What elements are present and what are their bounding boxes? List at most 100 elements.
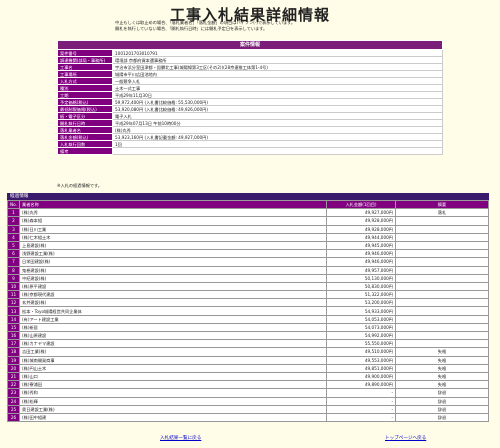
bid-remark bbox=[395, 322, 489, 333]
bid-row: 9 中紀建設(株) 50,130,000円 bbox=[7, 273, 489, 283]
info-label: 備考 bbox=[57, 147, 113, 155]
bid-company: 浅野建設工業(株) bbox=[19, 249, 327, 259]
bid-remark bbox=[395, 298, 489, 308]
info-value: 平成29年11月30日 bbox=[112, 91, 443, 99]
bid-amount: 49,946,000円 bbox=[326, 257, 396, 267]
bid-row: 6 浅野建設工業(株) 49,946,000円 bbox=[7, 249, 489, 259]
bid-row: 7 日栄田建設(株) 49,946,000円 bbox=[7, 257, 489, 267]
info-label: 工期 bbox=[57, 91, 113, 99]
bid-row: 16 (株)山原建設 54,992,000円 bbox=[7, 330, 489, 341]
info-value: 一般競争入札 bbox=[112, 77, 443, 85]
bid-row: 24 (株)松輝 - 辞退 bbox=[7, 396, 489, 406]
info-label: 開札執行日時 bbox=[57, 119, 113, 127]
bid-company: (株)秀和 bbox=[19, 388, 327, 398]
bid-row: 23 (株)秀和 - 辞退 bbox=[7, 388, 489, 398]
bid-row: 15 (株)新居 54,073,000円 bbox=[7, 322, 489, 333]
info-value bbox=[112, 147, 443, 155]
bid-no: 21 bbox=[7, 371, 20, 382]
info-value: 土木一式工事 bbox=[112, 84, 443, 92]
info-row: 開札執行日時 平成29年07月13日 午前10時00分 bbox=[57, 119, 443, 127]
bid-no: 6 bbox=[7, 249, 20, 259]
bid-amount: 49,944,000円 bbox=[326, 232, 396, 242]
info-row: 入札執行回数 1回 bbox=[57, 140, 443, 148]
info-value: 1001201703010791 bbox=[112, 49, 443, 57]
bid-remark bbox=[395, 290, 489, 300]
bid-remark: 失格 bbox=[395, 371, 489, 382]
bid-row: 22 (株)寮浦田 49,890,000円 失格 bbox=[7, 380, 489, 390]
bid-header-row: No. 業者名称 入札金額(1回目) 摘要 bbox=[7, 199, 489, 210]
bid-company: 中紀建設(株) bbox=[19, 273, 327, 283]
bid-remark bbox=[395, 273, 489, 283]
case-info-table: 案件情報 案件番号 1001201703010791 調達機関(部局・事務所) 環境部… bbox=[57, 40, 443, 155]
bid-remark: 辞退 bbox=[395, 412, 489, 423]
bid-row: 8 鬼巻建設(株) 49,957,000円 bbox=[7, 265, 489, 275]
bid-remark: 辞退 bbox=[395, 396, 489, 406]
bid-row: 26 (株)田中組建 - 辞退 bbox=[7, 412, 489, 423]
info-label: 入札執行回数 bbox=[57, 140, 113, 148]
bid-row: 19 (株)城南開発商事 49,553,000円 失格 bbox=[7, 355, 489, 365]
info-row: 予定価格(税込) 59,972,400円 (入札書比較価格: 55,530,000… bbox=[57, 98, 443, 106]
back-to-list-link[interactable]: 入札結果一覧に戻る bbox=[160, 435, 201, 441]
bid-row: 14 (有)アート建設工業 54,053,000円 bbox=[7, 314, 489, 324]
info-value: 平成29年07月13日 午前10時00分 bbox=[112, 119, 443, 127]
info-label: 工事場所 bbox=[57, 70, 113, 78]
back-to-top-link[interactable]: トップページへ戻る bbox=[385, 435, 426, 441]
bid-no: 17 bbox=[7, 339, 20, 349]
bid-row: 5 上島建設(株) 49,945,000円 bbox=[7, 240, 489, 251]
case-info-header: 案件情報 bbox=[57, 40, 443, 50]
bid-amount: 49,928,000円 bbox=[326, 224, 396, 234]
bid-company: (株)カナヤマ建設 bbox=[19, 339, 327, 349]
info-value: 53,923,160円 (入札書記載金額: 49,927,000円) bbox=[112, 133, 443, 141]
bid-amount: 54,073,000円 bbox=[326, 322, 396, 333]
no-change-message: ※入札の経過情報です。 bbox=[57, 183, 102, 188]
bid-no: 25 bbox=[7, 404, 20, 414]
bid-company: (株)丸秀 bbox=[19, 208, 327, 218]
bid-no: 18 bbox=[7, 347, 20, 357]
bid-row: 21 (株)山口 49,900,000円 失格 bbox=[7, 371, 489, 382]
bid-no: 13 bbox=[7, 306, 20, 316]
bid-amount: 49,946,000円 bbox=[326, 249, 396, 259]
bid-company: (株)田中組建 bbox=[19, 412, 327, 423]
bid-remark bbox=[395, 314, 489, 324]
bid-amount: 49,927,000円 bbox=[326, 208, 396, 218]
bid-no: 4 bbox=[7, 232, 20, 242]
bid-remark bbox=[395, 265, 489, 275]
info-label: 落札金額(税込) bbox=[57, 133, 113, 141]
info-label: 調達機関(部局・事務所) bbox=[57, 56, 113, 64]
note-line: 開札を執行していない場合、「開札執行日時」には開札予定日を表示しています。 bbox=[115, 26, 268, 31]
bid-remark: 落札 bbox=[395, 208, 489, 218]
bid-row: 13 松本・Toyo城陽経営共同企業体 54,933,000円 bbox=[7, 306, 489, 316]
bid-no: 20 bbox=[7, 363, 20, 373]
col-remark: 摘要 bbox=[395, 199, 489, 210]
bid-amount: 50,130,000円 bbox=[326, 273, 396, 283]
bid-remark bbox=[395, 232, 489, 242]
bid-row: 20 (株)円山土木 49,851,000円 失格 bbox=[7, 363, 489, 373]
info-row: 調達機関(部局・事務所) 環境部 京都府資本還事務所 bbox=[57, 56, 443, 64]
bid-company: 奥日建設工業(株) bbox=[19, 404, 327, 414]
bid-amount: 49,900,000円 bbox=[326, 371, 396, 382]
bid-company: (株)山原建設 bbox=[19, 330, 327, 341]
bid-remark bbox=[395, 257, 489, 267]
bid-no: 1 bbox=[7, 208, 20, 218]
bid-no: 3 bbox=[7, 224, 20, 234]
info-row: 落札業者名 (株)丸秀 bbox=[57, 126, 443, 134]
bid-remark bbox=[395, 306, 489, 316]
info-value: 城陽市平川広田池地内 bbox=[112, 70, 443, 78]
info-row: 落札金額(税込) 53,923,160円 (入札書記載金額: 49,927,000… bbox=[57, 133, 443, 141]
bid-remark: 失格 bbox=[395, 347, 489, 357]
bid-no: 16 bbox=[7, 330, 20, 341]
bid-no: 24 bbox=[7, 396, 20, 406]
bid-remark: 失格 bbox=[395, 380, 489, 390]
bid-amount: 54,053,000円 bbox=[326, 314, 396, 324]
bid-table: No. 業者名称 入札金額(1回目) 摘要 1 (株)丸秀 49,927,000円落… bbox=[7, 199, 489, 423]
info-value: 環境部 京都府資本還事務所 bbox=[112, 56, 443, 64]
bid-company: (株)松輝 bbox=[19, 396, 327, 406]
bid-company: (有)アート建設工業 bbox=[19, 314, 327, 324]
info-row: 工期 平成29年11月30日 bbox=[57, 91, 443, 99]
bid-no: 22 bbox=[7, 380, 20, 390]
notes: 中止もしくは取止めの場合、「落札業者名」「落札金額」の項目はハイフン(-)で表示… bbox=[115, 20, 415, 32]
info-label: 工事名 bbox=[57, 63, 113, 71]
bid-company: (株)森本組 bbox=[19, 216, 327, 226]
bid-company: (株)山口 bbox=[19, 371, 327, 382]
info-row: 案件番号 1001201703010791 bbox=[57, 49, 443, 57]
